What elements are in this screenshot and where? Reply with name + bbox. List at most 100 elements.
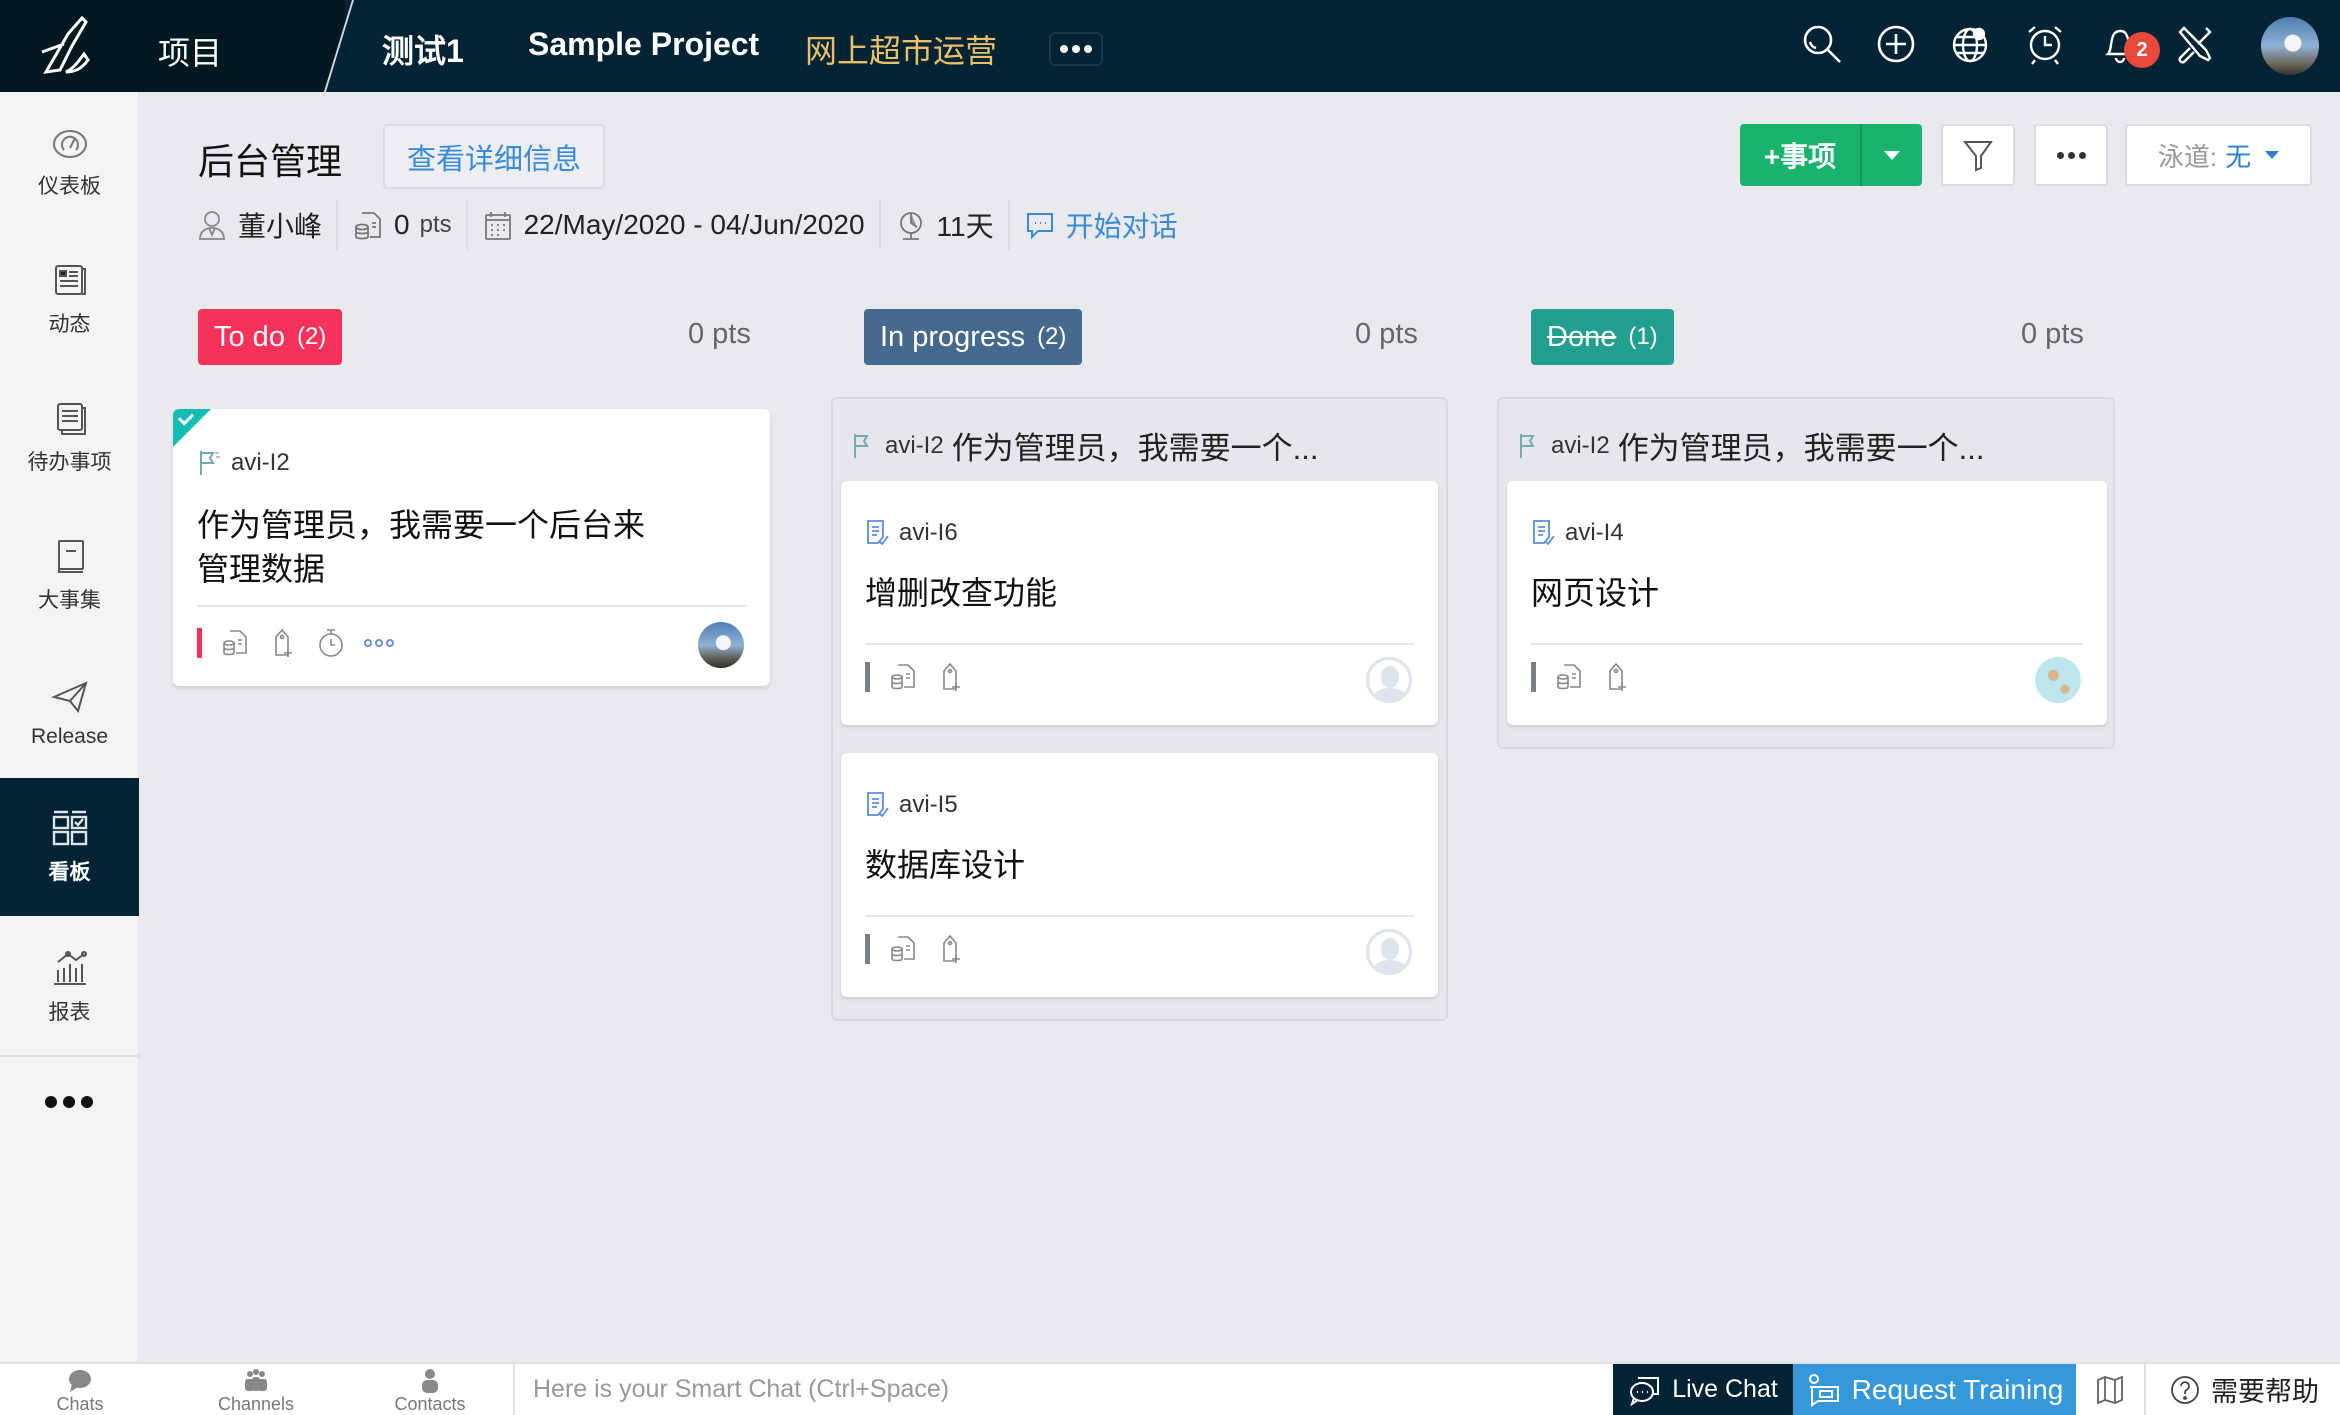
- smart-chat-input[interactable]: Here is your Smart Chat (Ctrl+Space): [513, 1364, 1613, 1415]
- tab-contacts[interactable]: Contacts: [380, 1368, 480, 1415]
- sidebar-item-board[interactable]: 看板: [0, 778, 139, 916]
- help-label: 需要帮助: [2211, 1377, 2319, 1407]
- story-points-icon[interactable]: [888, 661, 918, 693]
- sidebar-more-button[interactable]: [45, 1096, 93, 1108]
- timer-icon: [899, 212, 922, 240]
- map-icon: [2097, 1375, 2123, 1404]
- column-header-done[interactable]: Done (1): [1531, 309, 1674, 365]
- view-details-button[interactable]: 查看详细信息: [383, 124, 605, 189]
- chevron-down-icon: [2265, 151, 2280, 159]
- story-points-icon[interactable]: [220, 627, 250, 659]
- sidebar-item-reports[interactable]: 报表: [0, 918, 139, 1056]
- column-points-todo: 0 pts: [688, 318, 751, 350]
- add-tag-icon[interactable]: [936, 661, 966, 693]
- swimlane-label: 泳道:: [2157, 141, 2218, 172]
- filter-button[interactable]: [1941, 124, 2015, 186]
- story-points-icon[interactable]: [888, 933, 918, 965]
- project-tab-sample-project[interactable]: Sample Project: [528, 26, 759, 63]
- search-icon[interactable]: [1800, 22, 1844, 66]
- priority-indicator: [865, 662, 870, 692]
- assignee-avatar[interactable]: [2035, 657, 2081, 703]
- card-id: avi-I2: [231, 449, 290, 476]
- add-tag-icon[interactable]: [936, 933, 966, 965]
- sidebar-item-dashboard[interactable]: 仪表板: [0, 92, 139, 230]
- top-navigation-bar: 项目 测试1 Sample Project 网上超市运营 2: [0, 0, 2340, 96]
- request-training-label: Request Training: [1851, 1373, 2064, 1405]
- tab-chats[interactable]: Chats: [30, 1368, 130, 1415]
- priority-indicator: [197, 628, 202, 658]
- story-points-icon[interactable]: [1554, 661, 1584, 693]
- card-avi-I5[interactable]: avi-I5 数据库设计: [841, 753, 1438, 997]
- column-header-todo[interactable]: To do (2): [198, 309, 343, 365]
- parent-title: 作为管理员，我需要一个...: [951, 431, 1319, 466]
- tools-icon[interactable]: [2172, 22, 2216, 66]
- project-tab-test1[interactable]: 测试1: [382, 26, 464, 72]
- story-points-icon: [355, 212, 381, 240]
- card-footer: [197, 627, 394, 659]
- card-id-line: avi-I6: [865, 519, 958, 547]
- more-projects-button[interactable]: [1049, 32, 1103, 66]
- alarm-clock-icon[interactable]: [2023, 22, 2067, 66]
- page-title: 后台管理: [198, 141, 343, 182]
- column-name: To do: [214, 320, 285, 353]
- add-item-button[interactable]: +事项: [1740, 124, 1862, 186]
- card-footer: [865, 661, 966, 693]
- priority-indicator: [1531, 662, 1536, 692]
- swimlane-value: 无: [2225, 141, 2252, 172]
- add-tag-icon[interactable]: [1602, 661, 1632, 693]
- card-title: 数据库设计: [865, 847, 1026, 883]
- sidebar-item-feed[interactable]: 动态: [0, 230, 139, 368]
- column-header-in-progress[interactable]: In progress (2): [864, 309, 1083, 365]
- card-todo-avi-I2[interactable]: avi-I2 作为管理员，我需要一个后台来管理数据: [173, 409, 770, 686]
- sidebar-item-epics[interactable]: 大事集: [0, 506, 139, 644]
- card-divider: [865, 643, 1414, 645]
- sidebar-divider: [0, 1055, 139, 1057]
- add-tag-icon[interactable]: [268, 627, 298, 659]
- duration-text: 11天: [936, 211, 994, 242]
- parent-story-header[interactable]: avi-I2 作为管理员，我需要一个...: [1517, 423, 1985, 468]
- more-options-button[interactable]: [2034, 124, 2108, 186]
- start-chat-label: 开始对话: [1065, 211, 1178, 242]
- globe-eye-icon[interactable]: [1949, 22, 1993, 66]
- live-chat-label: Live Chat: [1672, 1375, 1778, 1403]
- help-button[interactable]: 需要帮助: [2148, 1364, 2340, 1415]
- tab-label: Contacts: [394, 1394, 466, 1414]
- add-item-dropdown[interactable]: [1862, 124, 1922, 186]
- story-points: 0 pts: [338, 200, 468, 250]
- training-icon: [1808, 1373, 1839, 1407]
- sidebar-item-label: 待办事项: [27, 451, 112, 474]
- project-tab-online-supermarket[interactable]: 网上超市运营: [805, 26, 997, 72]
- assignee-avatar[interactable]: [698, 622, 744, 668]
- parent-story-header[interactable]: avi-I2 作为管理员，我需要一个...: [851, 423, 1319, 468]
- map-button[interactable]: [2076, 1364, 2146, 1415]
- projects-menu[interactable]: 项目: [158, 28, 222, 74]
- card-avi-I4[interactable]: avi-I4 网页设计: [1507, 481, 2107, 725]
- request-training-button[interactable]: Request Training: [1793, 1364, 2076, 1415]
- unassigned-avatar[interactable]: [1366, 929, 1412, 975]
- stopwatch-icon[interactable]: [316, 627, 346, 659]
- points-value: 0: [394, 209, 410, 240]
- swimlane-select[interactable]: 泳道: 无: [2125, 124, 2312, 186]
- add-circle-icon[interactable]: [1874, 22, 1918, 66]
- tab-label: Chats: [56, 1394, 104, 1414]
- sidebar-item-label: 动态: [48, 313, 91, 336]
- parent-group-done: avi-I2 作为管理员，我需要一个... avi-I4 网页设计: [1497, 397, 2115, 749]
- sidebar-item-backlog[interactable]: 待办事项: [0, 368, 139, 506]
- unassigned-avatar[interactable]: [1366, 657, 1412, 703]
- live-chat-button[interactable]: Live Chat: [1613, 1364, 1793, 1415]
- story-flag-icon: [200, 451, 220, 475]
- paper-plane-icon: [50, 681, 88, 714]
- date-range-text: 22/May/2020 - 04/Jun/2020: [523, 209, 865, 240]
- user-avatar[interactable]: [2261, 17, 2319, 75]
- sidebar-item-release[interactable]: Release: [0, 644, 139, 782]
- start-chat-link[interactable]: 开始对话: [1010, 200, 1192, 250]
- card-title: 增删改查功能: [865, 575, 1058, 611]
- tab-channels[interactable]: Channels: [206, 1368, 306, 1415]
- column-points-done: 0 pts: [2021, 318, 2084, 350]
- card-id: avi-I4: [1565, 519, 1624, 546]
- owner-name: 董小峰: [238, 211, 323, 242]
- app-logo-icon[interactable]: [38, 14, 98, 76]
- more-actions-icon[interactable]: [364, 639, 394, 647]
- card-avi-I6[interactable]: avi-I6 增删改查功能: [841, 481, 1438, 725]
- help-question-icon: [2171, 1375, 2199, 1404]
